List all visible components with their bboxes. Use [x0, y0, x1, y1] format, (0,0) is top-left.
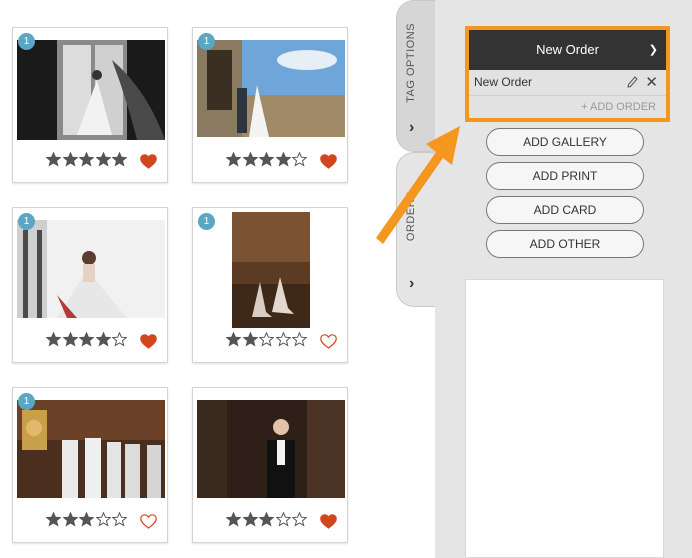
pencil-icon[interactable]: [626, 75, 638, 89]
photo-grid: 1 1 1 1 1: [0, 0, 395, 558]
favorite-heart-icon[interactable]: [140, 334, 157, 349]
favorite-heart-icon[interactable]: [320, 154, 337, 169]
star-filled-icon[interactable]: [226, 152, 241, 167]
photo-count-badge: 1: [198, 213, 215, 230]
star-filled-icon[interactable]: [79, 152, 94, 167]
order-select-value: New Order: [536, 42, 599, 57]
order-items-area: [465, 279, 664, 558]
star-filled-icon[interactable]: [242, 152, 258, 167]
photo-card-3[interactable]: 1: [12, 207, 168, 363]
star-filled-icon[interactable]: [79, 512, 94, 527]
star-filled-icon[interactable]: [242, 512, 258, 527]
tab-orders[interactable]: ORDERS ›: [396, 152, 436, 307]
chevron-right-icon[interactable]: ›: [409, 119, 423, 136]
photo-count-badge: 1: [198, 33, 215, 50]
tab-tag-options[interactable]: TAG OPTIONS ›: [396, 0, 436, 152]
favorite-heart-icon[interactable]: [320, 514, 337, 529]
photo-card-4[interactable]: 1: [192, 207, 348, 363]
star-empty-icon[interactable]: [275, 332, 291, 347]
photo-count-badge: 1: [18, 393, 35, 410]
favorite-heart-icon[interactable]: [320, 334, 337, 349]
order-selector-highlight: New Order ❯ New Order ✕ + ADD ORDER: [465, 26, 670, 122]
star-empty-icon[interactable]: [112, 332, 127, 347]
order-row[interactable]: New Order ✕: [469, 70, 666, 96]
star-filled-icon[interactable]: [62, 512, 78, 527]
star-rating[interactable]: [226, 332, 309, 350]
tab-orders-label: ORDERS: [405, 191, 417, 242]
star-filled-icon[interactable]: [62, 152, 78, 167]
star-empty-icon[interactable]: [259, 332, 274, 347]
star-filled-icon[interactable]: [46, 152, 61, 167]
favorite-heart-icon[interactable]: [140, 154, 157, 169]
star-filled-icon[interactable]: [275, 152, 291, 167]
photo-thumbnail[interactable]: [17, 220, 165, 318]
add-gallery-button[interactable]: ADD GALLERY: [486, 128, 644, 156]
photo-card-1[interactable]: 1: [12, 27, 168, 183]
star-filled-icon[interactable]: [226, 512, 241, 527]
order-name: New Order: [474, 75, 533, 89]
photo-thumbnail[interactable]: [17, 40, 165, 140]
add-card-button[interactable]: ADD CARD: [486, 196, 644, 224]
star-filled-icon[interactable]: [79, 332, 94, 347]
photo-thumbnail[interactable]: [197, 40, 345, 137]
photo-thumbnail[interactable]: [17, 400, 165, 498]
side-tabs: TAG OPTIONS › ORDERS ›: [395, 0, 436, 558]
star-empty-icon[interactable]: [292, 332, 307, 347]
photo-count-badge: 1: [18, 33, 35, 50]
order-select[interactable]: New Order ❯: [469, 30, 666, 70]
add-order-link[interactable]: + ADD ORDER: [581, 101, 656, 113]
close-icon[interactable]: ✕: [645, 73, 658, 91]
star-filled-icon[interactable]: [259, 512, 274, 527]
star-filled-icon[interactable]: [46, 332, 61, 347]
photo-card-5[interactable]: 1: [12, 387, 168, 543]
add-other-button[interactable]: ADD OTHER: [486, 230, 644, 258]
star-empty-icon[interactable]: [292, 152, 307, 167]
star-empty-icon[interactable]: [112, 512, 127, 527]
star-filled-icon[interactable]: [226, 332, 241, 347]
photo-card-6[interactable]: [192, 387, 348, 543]
star-empty-icon[interactable]: [95, 512, 111, 527]
star-rating[interactable]: [46, 512, 129, 530]
star-rating[interactable]: [46, 152, 129, 170]
orders-panel: New Order ❯ New Order ✕ + ADD ORDER ADD …: [435, 0, 692, 558]
star-filled-icon[interactable]: [259, 152, 274, 167]
chevron-down-icon: ❯: [648, 44, 658, 56]
add-print-button[interactable]: ADD PRINT: [486, 162, 644, 190]
tab-tag-options-label: TAG OPTIONS: [405, 23, 417, 103]
star-filled-icon[interactable]: [95, 332, 111, 347]
star-rating[interactable]: [226, 512, 309, 530]
star-filled-icon[interactable]: [112, 152, 127, 167]
star-empty-icon[interactable]: [292, 512, 307, 527]
photo-count-badge: 1: [18, 213, 35, 230]
star-filled-icon[interactable]: [95, 152, 111, 167]
star-rating[interactable]: [226, 152, 309, 170]
star-filled-icon[interactable]: [242, 332, 258, 347]
star-empty-icon[interactable]: [275, 512, 291, 527]
photo-thumbnail[interactable]: [197, 400, 345, 498]
photo-thumbnail[interactable]: [232, 212, 310, 328]
favorite-heart-icon[interactable]: [140, 514, 157, 529]
star-filled-icon[interactable]: [62, 332, 78, 347]
chevron-right-icon[interactable]: ›: [409, 275, 423, 292]
photo-card-2[interactable]: 1: [192, 27, 348, 183]
star-filled-icon[interactable]: [46, 512, 61, 527]
star-rating[interactable]: [46, 332, 129, 350]
